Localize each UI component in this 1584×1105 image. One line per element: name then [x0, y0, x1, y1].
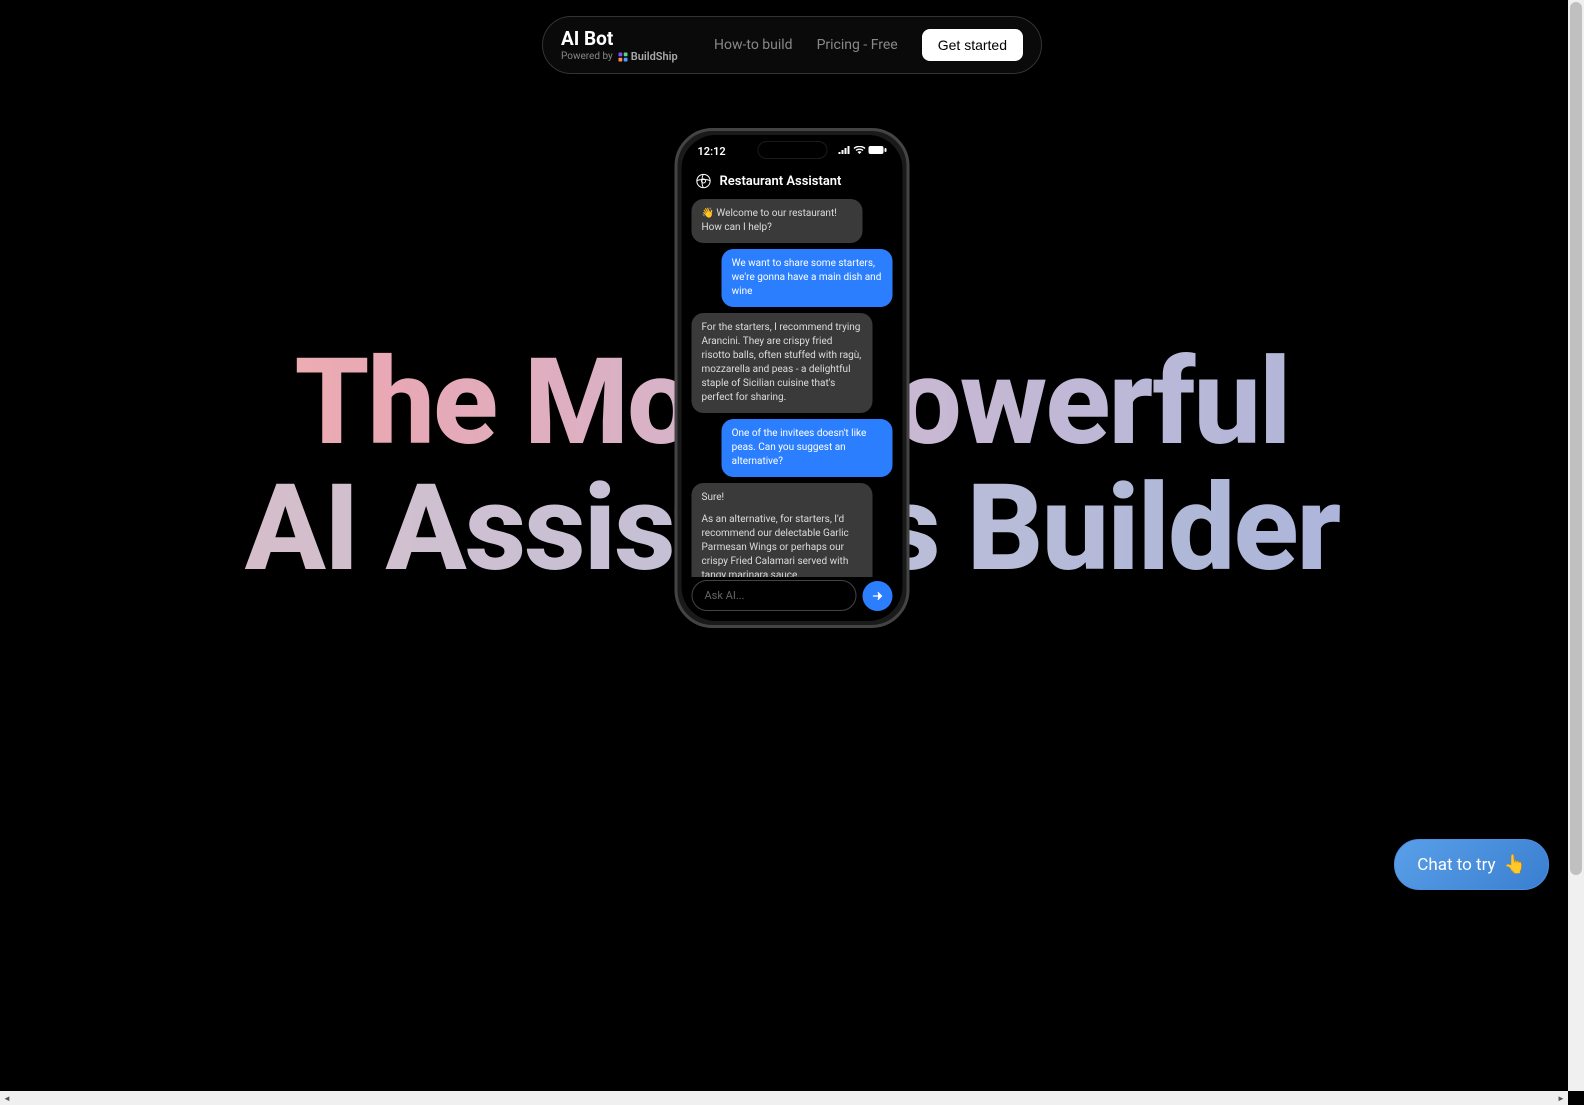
- vertical-scrollbar-thumb[interactable]: [1570, 2, 1582, 875]
- get-started-button[interactable]: Get started: [922, 29, 1023, 61]
- chat-input-area: Ask AI...: [692, 580, 893, 611]
- phone-mockup: 12:12 Restaur: [675, 128, 910, 628]
- chat-messages: 👋 Welcome to our restaurant! How can I h…: [682, 199, 903, 577]
- nav-link-howto[interactable]: How-to build: [714, 37, 793, 53]
- buildship-name: BuildShip: [631, 50, 678, 63]
- nav-title: AI Bot: [561, 27, 678, 50]
- nav-brand: AI Bot Powered by BuildShip: [561, 27, 678, 63]
- arrow-right-icon: [871, 589, 885, 603]
- buildship-icon: [617, 51, 629, 63]
- nav-subtitle: Powered by BuildShip: [561, 50, 678, 63]
- message-bot-welcome: 👋 Welcome to our restaurant! How can I h…: [692, 199, 863, 243]
- pointing-hand-emoji: 👆: [1504, 854, 1526, 875]
- phone-time: 12:12: [698, 145, 726, 158]
- scrollbar-arrow-left[interactable]: ◄: [0, 1091, 14, 1105]
- phone-status-icons: [839, 146, 887, 157]
- main-nav: AI Bot Powered by BuildShip How-to build…: [542, 16, 1042, 74]
- powered-by-text: Powered by: [561, 51, 613, 62]
- message-para-intro: Sure!: [702, 491, 863, 505]
- message-user-2: One of the invitees doesn't like peas. C…: [722, 419, 893, 477]
- message-user-1: We want to share some starters, we're go…: [722, 249, 893, 307]
- message-bot-starters: For the starters, I recommend trying Ara…: [692, 313, 873, 413]
- vertical-scrollbar[interactable]: [1568, 0, 1584, 1091]
- chat-widget-text: Chat to try: [1417, 855, 1495, 875]
- message-bot-alternative: Sure! As an alternative, for starters, I…: [692, 483, 873, 577]
- battery-icon: [869, 146, 887, 157]
- horizontal-scrollbar[interactable]: ◄ ►: [0, 1091, 1568, 1105]
- phone-screen: 12:12 Restaur: [682, 135, 903, 621]
- send-button[interactable]: [863, 581, 893, 611]
- assistant-icon: [696, 173, 712, 189]
- buildship-logo: BuildShip: [617, 50, 678, 63]
- scrollbar-track[interactable]: [14, 1091, 1554, 1105]
- nav-link-pricing[interactable]: Pricing - Free: [817, 37, 898, 53]
- chat-header: Restaurant Assistant: [682, 163, 903, 199]
- chat-title: Restaurant Assistant: [720, 174, 842, 189]
- chat-input[interactable]: Ask AI...: [692, 580, 857, 611]
- scrollbar-arrow-right[interactable]: ►: [1554, 1091, 1568, 1105]
- phone-notch: [757, 141, 827, 159]
- signal-icon: [839, 146, 851, 157]
- wifi-icon: [854, 146, 866, 157]
- message-para-1: As an alternative, for starters, I'd rec…: [702, 513, 863, 577]
- nav-links: How-to build Pricing - Free Get started: [714, 29, 1023, 61]
- chat-widget[interactable]: Chat to try 👆: [1394, 839, 1549, 890]
